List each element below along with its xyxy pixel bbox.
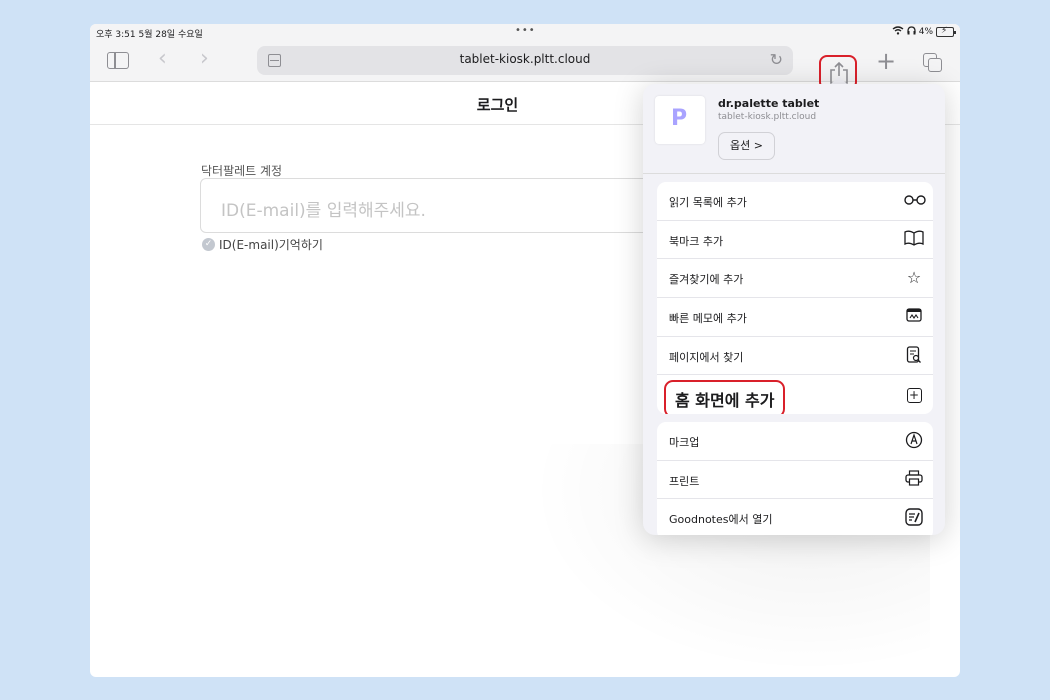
glasses-icon: [904, 191, 926, 211]
share-actions-group-1: 읽기 목록에 추가 북마크 추가 즐겨찾기에 추가 ☆ 빠른 메모에 추가 페이…: [657, 182, 933, 414]
action-add-reading-list[interactable]: 읽기 목록에 추가: [657, 182, 933, 221]
share-actions-group-2: 마크업 프린트 Goodnotes에서 열기: [657, 422, 933, 535]
back-chevron-icon[interactable]: ‹: [158, 48, 167, 70]
action-label: 프린트: [669, 474, 700, 488]
action-add-quick-note[interactable]: 빠른 메모에 추가: [657, 298, 933, 337]
find-page-icon: [904, 346, 924, 366]
account-label: 닥터팔레트 계정: [201, 164, 283, 178]
options-button[interactable]: 옵션 >: [718, 132, 775, 160]
action-add-favorites[interactable]: 즐겨찾기에 추가 ☆: [657, 259, 933, 299]
star-icon: ☆: [906, 268, 922, 288]
status-bar: 오후 3:51 5월 28일 수요일 ••• 4% ⚡: [90, 24, 960, 42]
new-tab-plus-icon[interactable]: +: [876, 49, 896, 73]
action-label: 북마크 추가: [669, 234, 724, 248]
remember-id-label: ID(E-mail)기억하기: [219, 238, 323, 252]
goodnotes-icon: [904, 508, 924, 528]
book-icon: [904, 230, 924, 250]
multitasking-dots-icon[interactable]: •••: [515, 25, 536, 36]
action-label: 페이지에서 찾기: [669, 350, 744, 364]
forward-chevron-icon[interactable]: ›: [200, 48, 209, 70]
status-right: 4% ⚡: [892, 26, 956, 38]
action-add-bookmark[interactable]: 북마크 추가: [657, 221, 933, 260]
sidebar-toggle-icon[interactable]: [107, 52, 129, 69]
action-label: 홈 화면에 추가: [664, 380, 786, 414]
tab-overview-icon[interactable]: [923, 53, 942, 72]
reload-icon[interactable]: ↻: [770, 50, 783, 69]
share-sheet: P dr.palette tablet tablet-kiosk.pltt.cl…: [643, 84, 945, 535]
wifi-icon: [892, 26, 904, 38]
action-label: 읽기 목록에 추가: [669, 196, 747, 209]
action-label: Goodnotes에서 열기: [669, 513, 773, 527]
status-time-date: 오후 3:51 5월 28일 수요일: [96, 30, 203, 40]
action-print[interactable]: 프린트: [657, 461, 933, 500]
headphones-icon: [907, 26, 916, 38]
thumbnail-logo: P: [671, 106, 688, 131]
url-text: tablet-kiosk.pltt.cloud: [459, 52, 591, 66]
action-find-on-page[interactable]: 페이지에서 찾기: [657, 337, 933, 376]
action-markup[interactable]: 마크업: [657, 422, 933, 461]
action-label: 마크업: [669, 436, 700, 449]
ipad-screen: 오후 3:51 5월 28일 수요일 ••• 4% ⚡ ‹ › tablet-k…: [90, 24, 960, 677]
action-label: 빠른 메모에 추가: [669, 312, 747, 326]
markup-icon: [904, 431, 924, 451]
site-url: tablet-kiosk.pltt.cloud: [718, 112, 817, 122]
printer-icon: [904, 470, 924, 490]
quick-note-icon: [904, 307, 924, 327]
action-open-in-goodnotes[interactable]: Goodnotes에서 열기: [657, 499, 933, 535]
checkmark-icon: ✓: [202, 238, 215, 251]
action-add-to-home-screen[interactable]: 홈 화면에 추가 +: [657, 375, 933, 414]
action-label: 즐겨찾기에 추가: [669, 273, 744, 287]
add-square-icon: +: [904, 384, 924, 404]
battery-icon: ⚡: [936, 26, 956, 37]
remember-id-checkbox[interactable]: ✓ ID(E-mail)기억하기: [202, 236, 323, 253]
share-preview: P dr.palette tablet tablet-kiosk.pltt.cl…: [643, 84, 945, 174]
battery-percent: 4%: [918, 27, 933, 37]
site-title: dr.palette tablet: [718, 97, 820, 110]
address-bar[interactable]: tablet-kiosk.pltt.cloud ↻: [257, 46, 793, 75]
site-thumbnail: P: [655, 96, 705, 144]
